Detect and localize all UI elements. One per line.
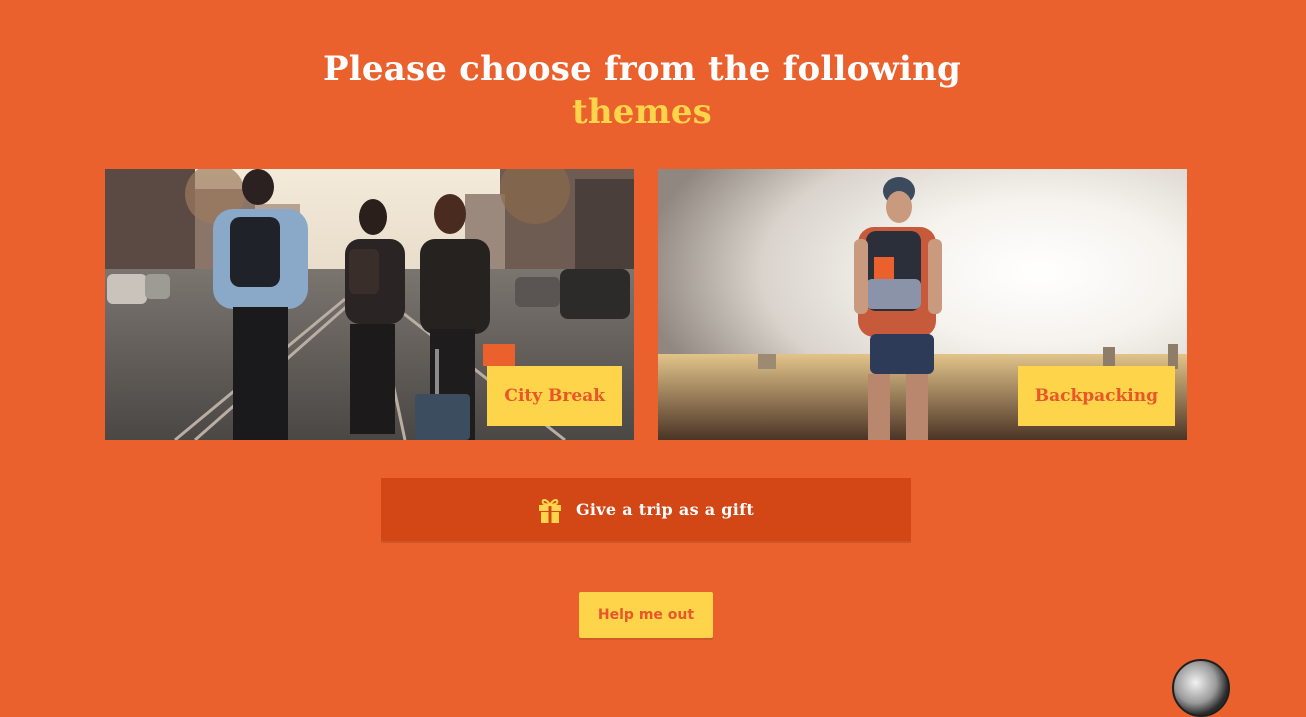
heading-line-1: Please choose from the following	[323, 49, 961, 89]
page-heading: Please choose from the following themes	[0, 48, 1284, 134]
theme-card-backpacking[interactable]: Backpacking	[658, 169, 1187, 440]
chat-avatar[interactable]	[1172, 659, 1230, 717]
city-break-label: City Break	[487, 366, 622, 426]
heading-accent-themes: themes	[571, 92, 712, 132]
gift-icon	[538, 497, 562, 523]
give-trip-gift-label: Give a trip as a gift	[575, 500, 755, 519]
give-trip-gift-button[interactable]: Give a trip as a gift	[381, 478, 911, 541]
help-me-out-button[interactable]: Help me out	[579, 592, 713, 638]
theme-card-city-break[interactable]: City Break	[105, 169, 634, 440]
backpacking-label: Backpacking	[1017, 366, 1175, 426]
